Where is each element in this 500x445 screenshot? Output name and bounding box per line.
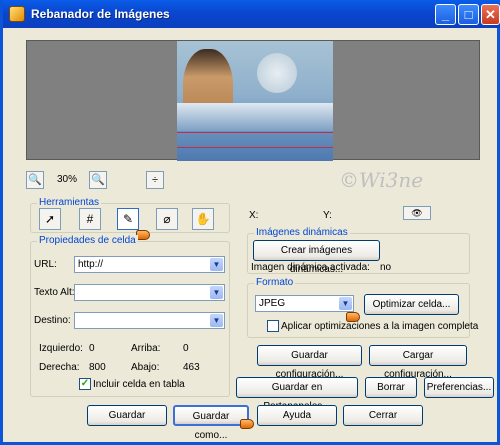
cell-properties-legend: Propiedades de celda bbox=[37, 235, 138, 246]
help-button[interactable]: Ayuda bbox=[257, 405, 337, 426]
save-to-clipboard-button[interactable]: Guardar en Portapapeles... bbox=[236, 377, 358, 412]
top-value: 0 bbox=[183, 343, 189, 354]
x-label: X: bbox=[249, 210, 259, 221]
pen-tool-icon[interactable]: ✎ bbox=[117, 208, 139, 230]
include-cell-checkbox[interactable]: ✓ bbox=[79, 378, 91, 390]
image-preview[interactable] bbox=[177, 41, 333, 161]
dynamic-status-value: no bbox=[380, 262, 392, 273]
eye-icon[interactable]: 👁 bbox=[403, 206, 431, 220]
url-label: URL: bbox=[34, 259, 57, 270]
minimize-button[interactable]: _ bbox=[435, 4, 456, 25]
title-bar[interactable]: Rebanador de Imágenes _ □ ✕ bbox=[3, 0, 500, 28]
dynamic-images-legend: Imágenes dinámicas bbox=[254, 227, 350, 238]
bottom-label: Abajo: bbox=[131, 362, 160, 373]
load-config-button[interactable]: Cargar configuración... bbox=[369, 345, 467, 380]
left-value: 0 bbox=[89, 343, 95, 354]
zoom-level: 30% bbox=[57, 174, 78, 185]
apply-optimizations-checkbox[interactable] bbox=[267, 320, 279, 332]
format-select[interactable]: JPEG ▼ bbox=[255, 295, 354, 312]
include-cell-label: Incluir celda en tabla bbox=[93, 379, 185, 390]
watermark: ©Wi3ne bbox=[339, 168, 424, 192]
y-label: Y: bbox=[323, 210, 332, 221]
delete-button[interactable]: Borrar bbox=[365, 377, 417, 398]
bottom-value: 463 bbox=[183, 362, 200, 373]
chevron-down-icon[interactable]: ▼ bbox=[210, 258, 223, 271]
image-preview-area[interactable] bbox=[26, 40, 480, 161]
zoom-in-icon[interactable]: 🔍 bbox=[26, 171, 44, 189]
fit-icon[interactable]: ÷ bbox=[146, 171, 164, 189]
chevron-down-icon[interactable]: ▼ bbox=[339, 297, 352, 310]
dynamic-status-label: Imagen dinámica activada: bbox=[251, 262, 370, 273]
app-icon bbox=[9, 6, 25, 22]
slice-line[interactable] bbox=[177, 132, 333, 133]
maximize-button[interactable]: □ bbox=[458, 4, 479, 25]
url-value: http:// bbox=[78, 259, 104, 270]
preferences-button[interactable]: Preferencias... bbox=[424, 377, 494, 398]
target-label: Destino: bbox=[34, 315, 71, 326]
top-label: Arriba: bbox=[131, 343, 161, 354]
chevron-down-icon[interactable]: ▼ bbox=[210, 314, 223, 327]
pointer-hand-icon bbox=[240, 419, 254, 429]
left-label: Izquierdo: bbox=[39, 343, 83, 354]
slice-line[interactable] bbox=[177, 147, 333, 148]
window-title: Rebanador de Imágenes bbox=[31, 7, 170, 21]
hand-tool-icon[interactable]: ✋ bbox=[192, 208, 214, 230]
right-value: 800 bbox=[89, 362, 106, 373]
pointer-hand-icon bbox=[136, 230, 150, 240]
tools-legend: Herramientas bbox=[37, 197, 102, 208]
apply-optimizations-label: Aplicar optimizaciones a la imagen compl… bbox=[281, 321, 479, 332]
save-button[interactable]: Guardar bbox=[87, 405, 167, 426]
alt-text-label: Texto Alt: bbox=[34, 287, 75, 298]
format-legend: Formato bbox=[254, 277, 296, 288]
save-as-button[interactable]: Guardar como... bbox=[173, 405, 249, 441]
wave-image bbox=[177, 103, 333, 131]
target-combo[interactable]: ▼ bbox=[74, 312, 225, 329]
create-dynamic-images-button[interactable]: Crear imágenes dinámicas... bbox=[253, 240, 380, 275]
close-window-button[interactable]: ✕ bbox=[481, 4, 500, 25]
optimize-cell-button[interactable]: Optimizar celda... bbox=[364, 294, 459, 315]
alt-text-combo[interactable]: ▼ bbox=[74, 284, 225, 301]
grid-tool-icon[interactable]: # bbox=[79, 208, 101, 230]
save-config-button[interactable]: Guardar configuración... bbox=[257, 345, 362, 380]
zoom-out-icon[interactable]: 🔍 bbox=[89, 171, 107, 189]
right-label: Derecha: bbox=[39, 362, 80, 373]
close-button[interactable]: Cerrar bbox=[343, 405, 423, 426]
pointer-tool-icon[interactable]: ➚ bbox=[39, 208, 61, 230]
eraser-tool-icon[interactable]: ⌀ bbox=[156, 208, 178, 230]
moon-image bbox=[257, 53, 297, 93]
format-value: JPEG bbox=[259, 298, 286, 309]
main-window: Rebanador de Imágenes _ □ ✕ 🔍 30% 🔍 ÷ ©W… bbox=[0, 0, 500, 445]
url-combo[interactable]: http:// ▼ bbox=[74, 256, 225, 273]
chevron-down-icon[interactable]: ▼ bbox=[210, 286, 223, 299]
